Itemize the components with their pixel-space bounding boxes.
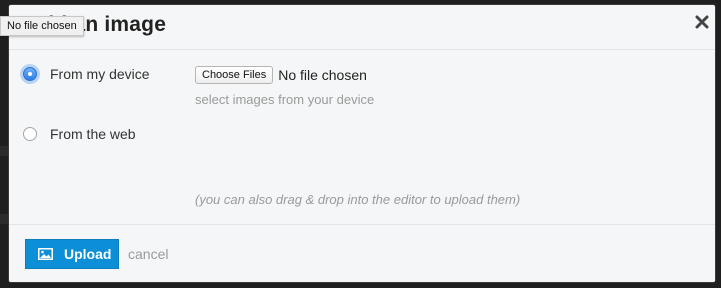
backdrop-stripe bbox=[0, 146, 8, 156]
option-from-the-web[interactable]: From the web bbox=[23, 125, 136, 143]
option-label: From my device bbox=[50, 66, 150, 82]
option-from-my-device[interactable]: From my device bbox=[23, 65, 150, 83]
dialog-header: Add an image bbox=[9, 5, 715, 50]
file-tooltip: No file chosen bbox=[0, 16, 84, 36]
upload-label: Upload bbox=[64, 246, 112, 262]
file-status: No file chosen bbox=[278, 67, 367, 83]
add-image-dialog: Add an image From my device From the web… bbox=[9, 5, 715, 282]
choose-files-button[interactable]: Choose Files bbox=[195, 66, 274, 84]
file-hint: select images from your device bbox=[195, 92, 375, 107]
upload-button[interactable]: Upload bbox=[25, 239, 119, 269]
backdrop-stripe bbox=[0, 214, 8, 224]
dialog-footer: Upload cancel bbox=[9, 224, 715, 282]
option-label: From the web bbox=[50, 126, 136, 142]
file-input: Choose Files No file chosen bbox=[195, 66, 367, 84]
image-icon bbox=[38, 248, 53, 260]
radio-from-the-web[interactable] bbox=[23, 127, 37, 141]
radio-from-my-device[interactable] bbox=[23, 67, 37, 81]
close-icon[interactable] bbox=[694, 14, 710, 30]
cancel-link[interactable]: cancel bbox=[128, 246, 168, 262]
drag-drop-hint: (you can also drag & drop into the edito… bbox=[195, 192, 521, 207]
